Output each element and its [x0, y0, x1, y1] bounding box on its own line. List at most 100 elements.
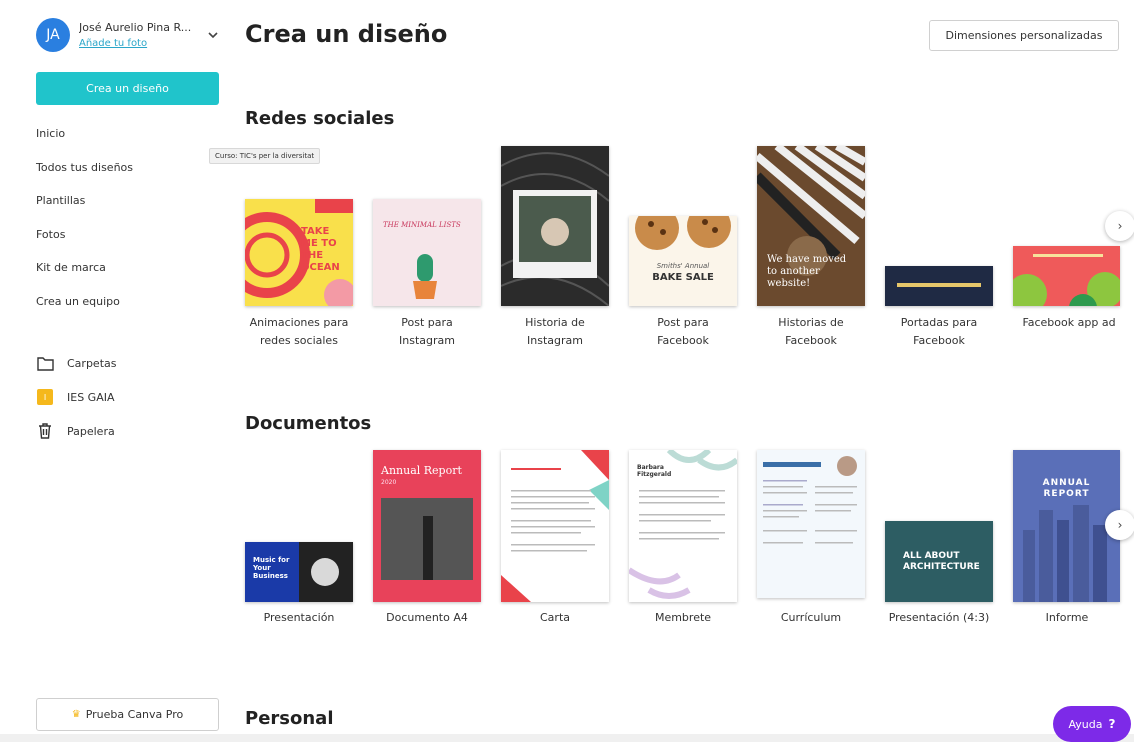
card-thumbnail[interactable] [757, 450, 865, 598]
team-badge-icon: I [36, 388, 54, 406]
sidebar-item-plantillas[interactable]: Plantillas [36, 191, 133, 225]
thumb-text: We have moved [767, 254, 847, 265]
thumb-text: BAKE SALE [652, 272, 714, 283]
sidebar: JA José Aurelio Pina R... Añade tu foto … [0, 0, 232, 742]
thumb-text: THE [301, 250, 324, 261]
try-canva-pro-button[interactable]: ♛ Prueba Canva Pro [36, 698, 219, 731]
help-button[interactable]: Ayuda ? [1053, 706, 1131, 742]
crown-icon: ♛ [71, 709, 81, 720]
sidebar-item-label: Papelera [67, 424, 115, 438]
sidebar-item-todos-tus-disenos[interactable]: Todos tus diseños [36, 158, 133, 192]
sidebar-item-ies-gaia[interactable]: I IES GAIA [36, 380, 116, 414]
thumb-text: to another [767, 266, 820, 277]
thumb-text: TAKE [301, 226, 330, 237]
card-thumbnail[interactable]: Annual Report 2020 [373, 450, 481, 602]
custom-dimensions-button[interactable]: Dimensiones personalizadas [929, 20, 1119, 51]
card-label-line: Facebook app ad [1022, 316, 1116, 329]
card-thumbnail[interactable]: ALL ABOUT ARCHITECTURE [885, 521, 993, 602]
card-label: Presentación (4:3) [888, 611, 990, 624]
card-thumbnail[interactable]: We have moved to another website! [757, 146, 865, 306]
thumb-text: Your [253, 564, 271, 572]
thumb-text: Music for [253, 556, 290, 564]
user-menu[interactable]: JA José Aurelio Pina R... Añade tu foto [36, 18, 218, 52]
pro-button-label: Prueba Canva Pro [85, 708, 184, 721]
card-label: Portadas para Facebook [880, 314, 998, 350]
card-label-line: Instagram [399, 334, 455, 347]
thumb-text: Business [253, 572, 288, 580]
sidebar-item-inicio[interactable]: Inicio [36, 124, 133, 158]
card-label-line: Animaciones para [249, 316, 349, 329]
thumb-text: ALL ABOUT [903, 551, 960, 561]
user-name: José Aurelio Pina R... [79, 21, 192, 34]
sidebar-item-crea-un-equipo[interactable]: Crea un equipo [36, 292, 133, 326]
thumb-text: ANNUAL [1042, 478, 1091, 488]
card-label-line: Facebook [657, 334, 709, 347]
question-icon: ? [1108, 717, 1116, 731]
help-label: Ayuda [1068, 717, 1103, 731]
team-badge: I [37, 389, 53, 405]
card-thumbnail[interactable] [501, 450, 609, 602]
section-title-social: Redes sociales [245, 108, 395, 129]
thumb-text: ME TO [301, 238, 337, 249]
card-label: Animaciones para redes sociales [240, 314, 358, 350]
thumb-text: REPORT [1043, 489, 1090, 499]
card-label-line: Post para [401, 316, 453, 329]
trash-icon [36, 422, 54, 440]
card-label-line: Historia de [525, 316, 585, 329]
chevron-right-icon[interactable]: › [1105, 211, 1134, 241]
card-label-line: Facebook [785, 334, 837, 347]
card-thumbnail[interactable]: TAKE ME TO THE OCEAN [245, 199, 353, 306]
card-label: Post para Instagram [368, 314, 486, 350]
card-label-line: redes sociales [260, 334, 338, 347]
card-label: Historias de Facebook [752, 314, 870, 350]
sidebar-item-papelera[interactable]: Papelera [36, 414, 116, 448]
thumb-text: ARCHITECTURE [903, 562, 980, 572]
chevron-right-icon[interactable]: › [1105, 510, 1134, 540]
card-thumbnail[interactable] [885, 266, 993, 306]
tooltip: Curso: TIC's per la diversitat [209, 148, 321, 164]
card-label: Presentación [263, 611, 335, 624]
card-label-line: Post para [657, 316, 709, 329]
sidebar-item-label: IES GAIA [67, 390, 115, 404]
card-label: Carta [540, 611, 570, 624]
card-thumbnail[interactable]: THE MINIMAL LISTS [373, 199, 481, 306]
card-label-line: Instagram [527, 334, 583, 347]
card-thumbnail[interactable] [1013, 246, 1120, 306]
card-label: Historia de Instagram [496, 314, 614, 350]
bottom-scrollbar[interactable] [0, 734, 1134, 742]
folder-list: Carpetas I IES GAIA Papelera [36, 346, 116, 448]
section-title-personal: Personal [245, 708, 334, 729]
sidebar-item-kit-de-marca[interactable]: Kit de marca [36, 258, 133, 292]
chevron-down-icon[interactable] [206, 28, 220, 42]
card-thumbnail[interactable]: ANNUAL REPORT [1013, 450, 1120, 602]
card-label: Informe [1045, 611, 1089, 624]
thumb-text: Smiths' Annual [656, 262, 710, 270]
thumb-text: website! [767, 278, 811, 289]
section-title-documents: Documentos [245, 413, 372, 434]
folder-icon [36, 354, 54, 372]
card-label: Currículum [780, 611, 842, 624]
avatar[interactable]: JA [36, 18, 70, 52]
sidebar-item-fotos[interactable]: Fotos [36, 225, 133, 259]
page-title: Crea un diseño [245, 20, 448, 48]
thumb-text: Fitzgerald [637, 471, 672, 478]
user-info: José Aurelio Pina R... Añade tu foto [79, 21, 199, 49]
card-thumbnail[interactable]: Music for Your Business [245, 542, 353, 602]
add-photo-link[interactable]: Añade tu foto [79, 38, 199, 49]
card-thumbnail[interactable]: Barbara Fitzgerald [629, 450, 737, 602]
card-label-line: Portadas para [900, 316, 978, 329]
sidebar-nav: Inicio Todos tus diseños Plantillas Foto… [36, 124, 133, 326]
card-thumbnail[interactable] [501, 146, 609, 306]
card-label-line: Facebook [913, 334, 965, 347]
thumb-text: Barbara [637, 464, 664, 471]
sidebar-item-label: Carpetas [67, 356, 117, 370]
card-label: Membrete [654, 611, 712, 624]
card-thumbnail[interactable]: Smiths' Annual BAKE SALE [629, 216, 737, 306]
thumb-text: OCEAN [301, 262, 340, 273]
card-label: Documento A4 [386, 611, 468, 624]
card-label: Facebook app ad [1010, 314, 1128, 332]
card-label: Post para Facebook [624, 314, 742, 350]
create-design-button[interactable]: Crea un diseño [36, 72, 219, 105]
card-label-line: Historias de [778, 316, 844, 329]
sidebar-item-carpetas[interactable]: Carpetas [36, 346, 116, 380]
